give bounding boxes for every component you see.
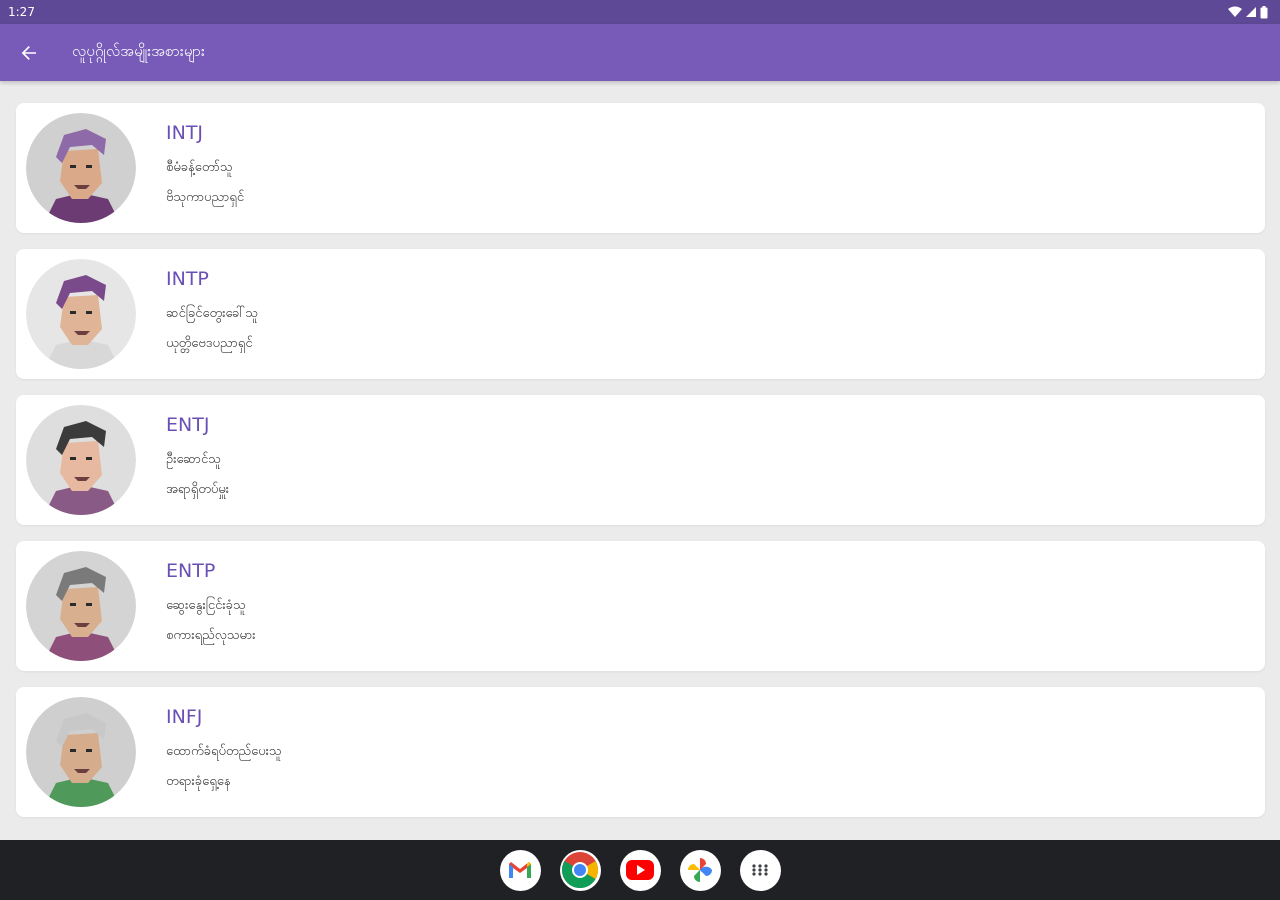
type-code: INFJ <box>166 706 203 728</box>
battery-icon <box>1260 5 1268 18</box>
character-portrait <box>26 113 136 223</box>
personality-card-intp[interactable]: INTP ဆင်ခြင်တွေးခေါ်သူ ယုတ္တိဗေဒပညာရှင် <box>16 249 1265 379</box>
card-text: ENTJ ဦးဆောင်သူ အရာရှိတပ်မှူး <box>166 414 230 499</box>
avatar <box>26 405 136 515</box>
personality-card-intj[interactable]: INTJ စီမံခန့်တော်သူ ဗိသုကာပညာရှင် <box>16 103 1265 233</box>
character-portrait <box>26 551 136 661</box>
character-portrait <box>26 697 136 807</box>
avatar <box>26 551 136 661</box>
app-bar: လူပုဂ္ဂိုလ်အမျိုးအစားများ <box>0 24 1280 81</box>
avatar <box>26 113 136 223</box>
type-nickname: ဆင်ခြင်တွေးခေါ်သူ <box>166 306 258 321</box>
personality-card-entp[interactable]: ENTP ဆွေးနွေးငြင်းခုံသူ စကားရည်လုသမား <box>16 541 1265 671</box>
app-drawer-icon[interactable] <box>739 849 781 891</box>
type-title: ဗိသုကာပညာရှင် <box>166 190 245 205</box>
status-bar: 1:27 <box>0 0 1280 24</box>
taskbar-dock <box>0 840 1280 900</box>
youtube-app-icon[interactable] <box>619 849 661 891</box>
avatar <box>26 697 136 807</box>
avatar <box>26 259 136 369</box>
arrow-back-icon <box>21 45 36 60</box>
character-portrait <box>26 405 136 515</box>
character-portrait <box>26 259 136 369</box>
card-text: INTP ဆင်ခြင်တွေးခေါ်သူ ယုတ္တိဗေဒပညာရှင် <box>166 268 258 353</box>
card-text: INFJ ထောက်ခံရပ်တည်ပေးသူ တရားခုံရှေ့နေ <box>166 706 282 791</box>
type-code: INTJ <box>166 122 204 144</box>
chrome-app-icon[interactable] <box>559 849 601 891</box>
card-text: INTJ စီမံခန့်တော်သူ ဗိသုကာပညာရှင် <box>166 122 245 207</box>
type-nickname: ထောက်ခံရပ်တည်ပေးသူ <box>166 744 282 759</box>
status-time: 1:27 <box>8 5 35 19</box>
personality-type-list: INTJ စီမံခန့်တော်သူ ဗိသုကာပညာရှင် INTP ဆ… <box>16 103 1265 833</box>
type-title: အရာရှိတပ်မှူး <box>166 482 230 497</box>
photos-app-icon[interactable] <box>679 849 721 891</box>
cell-signal-icon <box>1246 7 1256 17</box>
type-nickname: ဦးဆောင်သူ <box>166 452 221 467</box>
type-title: ယုတ္တိဗေဒပညာရှင် <box>166 336 253 351</box>
personality-card-entj[interactable]: ENTJ ဦးဆောင်သူ အရာရှိတပ်မှူး <box>16 395 1265 525</box>
back-button[interactable] <box>1 24 57 81</box>
type-nickname: ဆွေးနွေးငြင်းခုံသူ <box>166 598 246 613</box>
type-title: စကားရည်လုသမား <box>166 628 256 643</box>
wifi-icon <box>1228 6 1242 17</box>
status-icons <box>1228 5 1268 19</box>
type-nickname: စီမံခန့်တော်သူ <box>166 160 233 175</box>
page-title: လူပုဂ္ဂိုလ်အမျိုးအစားများ <box>72 41 205 60</box>
type-title: တရားခုံရှေ့နေ <box>166 774 231 789</box>
card-text: ENTP ဆွေးနွေးငြင်းခုံသူ စကားရည်လုသမား <box>166 560 256 645</box>
type-code: INTP <box>166 268 209 290</box>
type-code: ENTJ <box>166 414 210 436</box>
type-code: ENTP <box>166 560 216 582</box>
gmail-app-icon[interactable] <box>499 849 541 891</box>
personality-card-infj[interactable]: INFJ ထောက်ခံရပ်တည်ပေးသူ တရားခုံရှေ့နေ <box>16 687 1265 817</box>
